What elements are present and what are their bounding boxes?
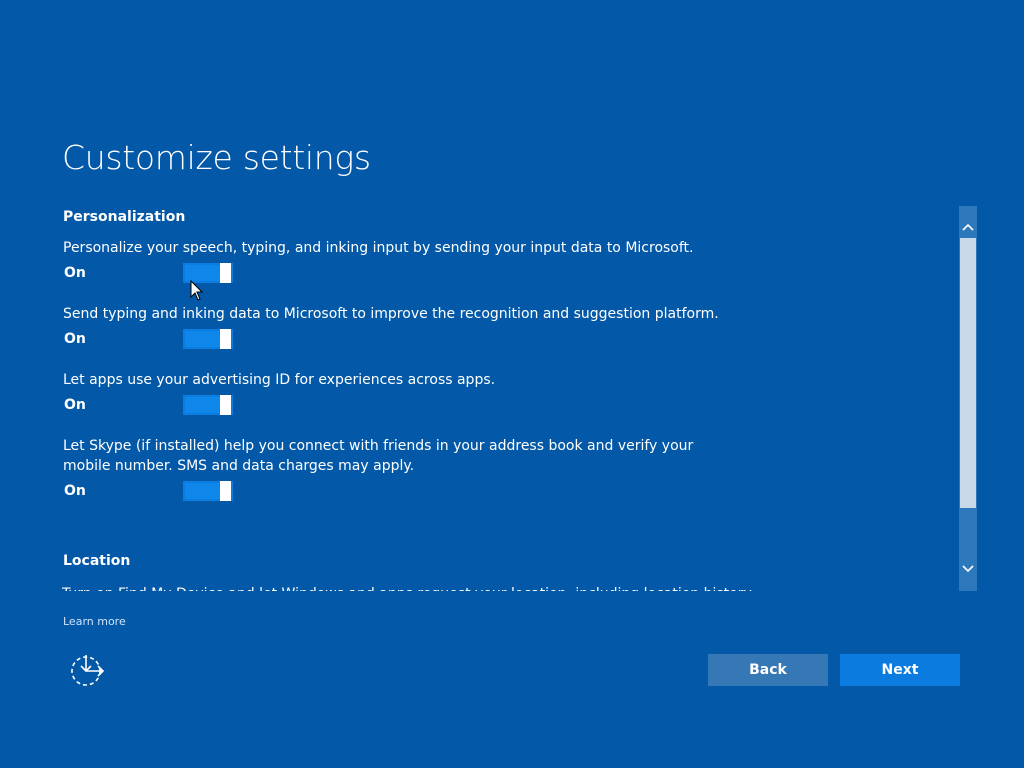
oobe-page: Customize settings Personalization Perso… bbox=[0, 0, 1024, 768]
toggle-knob bbox=[220, 395, 231, 415]
settings-scroll-area[interactable]: Personalization Personalize your speech,… bbox=[62, 205, 942, 591]
ease-of-access-icon[interactable] bbox=[68, 652, 106, 688]
location-description-partial: Turn on Find My Device and let Windows a… bbox=[62, 584, 752, 591]
setting-description-skype: Let Skype (if installed) help you connec… bbox=[63, 438, 694, 474]
scrollbar-thumb[interactable] bbox=[960, 238, 976, 508]
mouse-cursor-icon bbox=[190, 279, 204, 302]
setting-state-advertising: On bbox=[64, 397, 86, 413]
setting-state-skype: On bbox=[64, 483, 86, 499]
toggle-typing[interactable] bbox=[183, 329, 233, 349]
toggle-track bbox=[185, 265, 221, 281]
setting-state-typing: On bbox=[64, 331, 86, 347]
toggle-knob bbox=[220, 329, 231, 349]
setting-description-speech: Personalize your speech, typing, and ink… bbox=[63, 240, 694, 256]
setting-description-advertising: Let apps use your advertising ID for exp… bbox=[63, 372, 496, 388]
personalization-heading: Personalization bbox=[63, 209, 186, 225]
chevron-down-icon[interactable] bbox=[959, 560, 977, 578]
learn-more-link[interactable]: Learn more bbox=[63, 615, 126, 628]
toggle-advertising[interactable] bbox=[183, 395, 233, 415]
toggle-track bbox=[185, 331, 221, 347]
setting-state-speech: On bbox=[64, 265, 86, 281]
setting-description-typing: Send typing and inking data to Microsoft… bbox=[63, 306, 719, 322]
toggle-track bbox=[185, 483, 221, 499]
location-heading: Location bbox=[63, 553, 131, 569]
back-button[interactable]: Back bbox=[708, 654, 828, 686]
settings-scrollbar[interactable] bbox=[959, 206, 977, 591]
toggle-knob bbox=[220, 263, 231, 283]
next-button[interactable]: Next bbox=[840, 654, 960, 686]
toggle-track bbox=[185, 397, 221, 413]
toggle-skype[interactable] bbox=[183, 481, 233, 501]
toggle-knob bbox=[220, 481, 231, 501]
chevron-up-icon[interactable] bbox=[959, 218, 977, 236]
page-title: Customize settings bbox=[62, 138, 371, 177]
